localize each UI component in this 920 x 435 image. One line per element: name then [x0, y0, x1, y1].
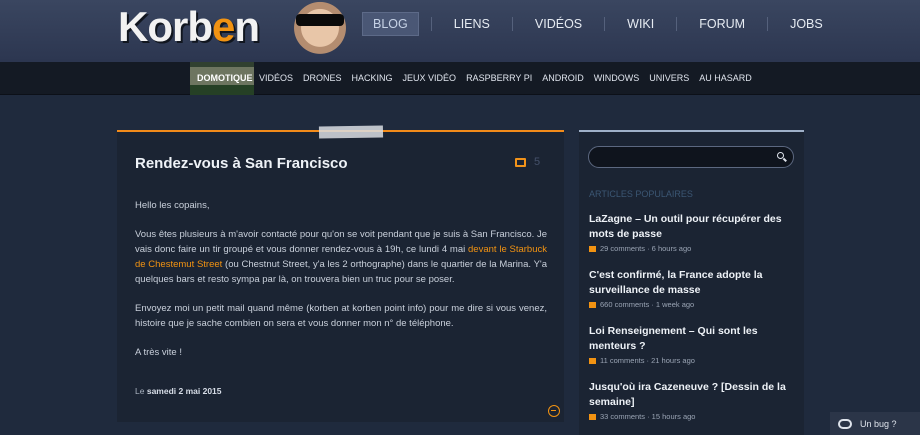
- nav-separator: [767, 17, 769, 31]
- paragraph: Envoyez moi un petit mail quand même (ko…: [135, 303, 547, 329]
- nav-liens[interactable]: LIENS: [444, 13, 500, 35]
- post-title[interactable]: LaZagne – Un outil pour récupérer des mo…: [589, 212, 794, 242]
- category-drones[interactable]: DRONES: [298, 62, 347, 95]
- sunglasses-graphic: [296, 14, 344, 26]
- logo-o-letter: e: [212, 3, 235, 50]
- main-nav: BLOG LIENS VIDÉOS WIKI FORUM JOBS: [362, 12, 845, 36]
- comment-count[interactable]: 5: [515, 156, 540, 168]
- category-android[interactable]: ANDROID: [537, 62, 589, 95]
- site-header: Korben BLOG LIENS VIDÉOS WIKI FORUM JOBS: [0, 0, 920, 62]
- category-windows[interactable]: WINDOWS: [589, 62, 645, 95]
- post-title[interactable]: C'est confirmé, la France adopte la surv…: [589, 268, 794, 298]
- comment-icon: [589, 245, 596, 252]
- category-raspberry-pi[interactable]: RASPBERRY PI: [461, 62, 537, 95]
- bug-report-label: Un bug ?: [860, 418, 897, 429]
- comment-icon: [589, 301, 596, 308]
- category-univers[interactable]: UNIVERS: [644, 62, 694, 95]
- post-title[interactable]: Loi Renseignement – Qui sont les menteur…: [589, 324, 794, 354]
- paragraph: A très vite !: [135, 347, 182, 358]
- nav-separator: [430, 17, 432, 31]
- post-meta: 33 comments · 15 hours ago: [600, 412, 696, 421]
- category-bar: DOMOTIQUE VIDÉOS DRONES HACKING JEUX VID…: [0, 62, 920, 95]
- bug-report-button[interactable]: Un bug ?: [830, 412, 920, 435]
- post-meta: 660 comments · 1 week ago: [600, 300, 695, 309]
- search-input[interactable]: [588, 146, 794, 168]
- category-hacking[interactable]: HACKING: [347, 62, 398, 95]
- search-icon[interactable]: [777, 152, 784, 159]
- nav-blog[interactable]: BLOG: [362, 12, 419, 36]
- category-jeux-video[interactable]: JEUX VIDÉO: [398, 62, 462, 95]
- article-card: Rendez-vous à San Francisco 5 Hello les …: [117, 125, 564, 422]
- paragraph: Vous êtes plusieurs à m'avoir contacté p…: [135, 229, 548, 285]
- category-au-hasard[interactable]: AU HASARD: [694, 62, 757, 95]
- comment-icon: [589, 413, 596, 420]
- list-item[interactable]: Jusqu'où ira Cazeneuve ? [Dessin de la s…: [589, 380, 794, 421]
- sidebar: ARTICLES POPULAIRES LaZagne – Un outil p…: [579, 130, 804, 435]
- nav-separator: [676, 17, 678, 31]
- article-body: Hello les copains, Vous êtes plusieurs à…: [135, 198, 547, 374]
- category-videos[interactable]: VIDÉOS: [254, 62, 298, 95]
- nav-wiki[interactable]: WIKI: [617, 13, 664, 35]
- list-item[interactable]: C'est confirmé, la France adopte la surv…: [589, 268, 794, 309]
- paragraph: Hello les copains,: [135, 200, 210, 211]
- site-logo[interactable]: Korben: [118, 3, 260, 51]
- comment-icon: [515, 157, 526, 167]
- post-title[interactable]: Jusqu'où ira Cazeneuve ? [Dessin de la s…: [589, 380, 794, 410]
- nav-separator: [604, 17, 606, 31]
- comment-count-value: 5: [534, 156, 541, 168]
- post-meta: 29 comments · 6 hours ago: [600, 244, 692, 253]
- article-date: Le samedi 2 mai 2015: [135, 386, 222, 396]
- tape-decoration: [318, 125, 384, 139]
- nav-forum[interactable]: FORUM: [689, 13, 755, 35]
- post-meta: 11 comments · 21 hours ago: [600, 356, 695, 365]
- nav-jobs[interactable]: JOBS: [780, 13, 833, 35]
- nav-separator: [511, 17, 513, 31]
- comment-icon: [589, 357, 596, 364]
- article-title[interactable]: Rendez-vous à San Francisco: [135, 155, 348, 172]
- mascot-image: [288, 0, 352, 62]
- popular-list: LaZagne – Un outil pour récupérer des mo…: [589, 212, 794, 435]
- nav-videos[interactable]: VIDÉOS: [525, 13, 592, 35]
- list-item[interactable]: LaZagne – Un outil pour récupérer des mo…: [589, 212, 794, 253]
- eye-icon: [838, 418, 852, 429]
- list-item[interactable]: Loi Renseignement – Qui sont les menteur…: [589, 324, 794, 365]
- more-icon[interactable]: [548, 405, 560, 417]
- popular-articles-heading: ARTICLES POPULAIRES: [589, 189, 693, 199]
- category-domotique[interactable]: DOMOTIQUE: [190, 62, 254, 95]
